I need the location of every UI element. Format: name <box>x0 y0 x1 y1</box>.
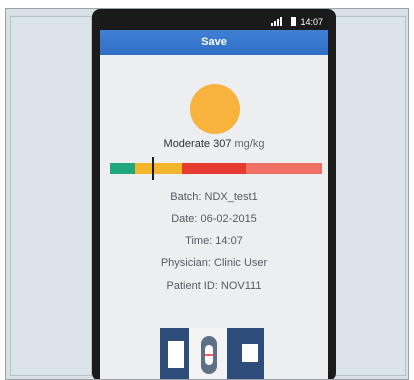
background-stage: 14:07 Save Moderate 307 mg/kg Batch: NDX… <box>5 8 409 380</box>
level-marker <box>152 157 155 180</box>
signal-icon <box>271 17 283 26</box>
moderate-indicator-circle <box>190 84 240 134</box>
scale-segment-very-high <box>245 163 322 174</box>
result-value: 307 <box>213 138 232 150</box>
battery-icon <box>290 17 296 26</box>
result-text: Moderate 307 mg/kg <box>100 138 328 150</box>
test-cassette-image <box>160 328 264 379</box>
scale-segment-moderate <box>135 163 183 174</box>
phone-frame: 14:07 Save Moderate 307 mg/kg Batch: NDX… <box>92 9 336 379</box>
scale-segment-high <box>182 163 246 174</box>
date-label: Date: 06-02-2015 <box>171 213 257 225</box>
time-label: Time: 14:07 <box>185 235 243 247</box>
phone-screen: 14:07 Save Moderate 307 mg/kg Batch: NDX… <box>100 14 328 379</box>
physician-label: Physician: Clinic User <box>160 257 268 269</box>
status-time: 14:07 <box>300 17 323 27</box>
batch-label: Batch: NDX_test1 <box>170 191 258 203</box>
result-unit: mg/kg <box>234 138 265 150</box>
patient-id-label: Patient ID: NOV111 <box>166 280 262 292</box>
status-bar: 14:07 <box>100 14 328 30</box>
save-button-label: Save <box>201 36 227 48</box>
result-level: Moderate <box>163 138 211 150</box>
save-button[interactable]: Save <box>100 30 328 55</box>
level-scale-bar <box>110 157 322 180</box>
scale-segment-low <box>110 163 136 174</box>
left-side-panel <box>10 16 92 376</box>
right-side-panel <box>328 16 406 376</box>
